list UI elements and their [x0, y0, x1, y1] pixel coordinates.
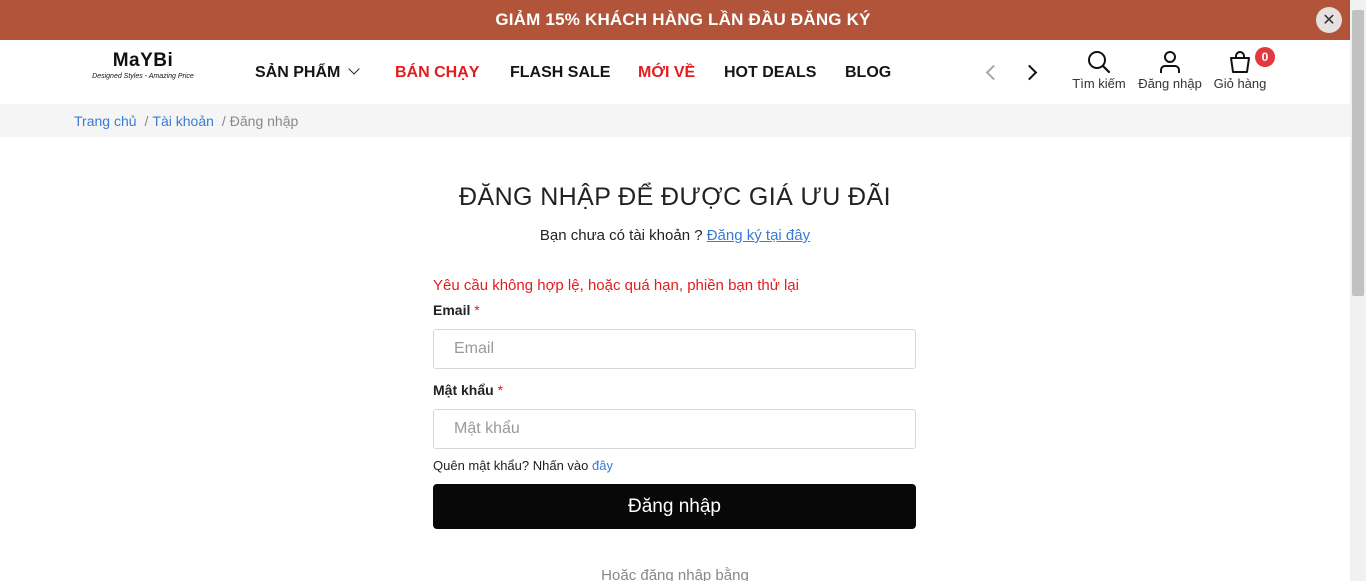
- password-label-text: Mật khẩu: [433, 382, 494, 398]
- nav-item-flash-sale[interactable]: FLASH SALE: [510, 62, 610, 84]
- search-label: Tìm kiếm: [1072, 76, 1126, 91]
- promo-text: GIẢM 15% KHÁCH HÀNG LẦN ĐẦU ĐĂNG KÝ: [495, 10, 871, 29]
- breadcrumb-home[interactable]: Trang chủ: [74, 113, 137, 129]
- email-label: Email *: [433, 302, 480, 318]
- nav-item-hot-deals[interactable]: HOT DEALS: [724, 62, 816, 84]
- password-label: Mật khẩu *: [433, 382, 503, 398]
- nav-item-products[interactable]: SẢN PHẨM: [255, 62, 361, 84]
- cart-count-badge: 0: [1255, 47, 1275, 67]
- forgot-password: Quên mật khẩu? Nhấn vào đây: [433, 458, 613, 473]
- breadcrumb-separator: /: [144, 112, 149, 129]
- site-header: MaYBi Designed Styles - Amazing Price SẢ…: [0, 40, 1350, 104]
- nav-item-best-sellers[interactable]: BÁN CHẠY: [395, 62, 479, 84]
- login-label: Đăng nhập: [1138, 76, 1202, 91]
- breadcrumb: Trang chủ / Tài khoản / Đăng nhập: [0, 104, 1350, 137]
- cart-label: Giỏ hàng: [1213, 76, 1267, 91]
- login-button[interactable]: Đăng nhập: [433, 484, 916, 529]
- logo-tagline: Designed Styles - Amazing Price: [92, 73, 194, 80]
- close-icon[interactable]: ✕: [1316, 7, 1342, 33]
- social-login-divider: Hoặc đăng nhập bằng: [601, 567, 749, 581]
- nav-next-arrow-icon[interactable]: [1022, 63, 1040, 81]
- email-label-text: Email: [433, 302, 471, 318]
- forgot-text: Quên mật khẩu? Nhấn vào: [433, 458, 589, 473]
- nav-item-label: SẢN PHẨM: [255, 64, 341, 81]
- email-field[interactable]: [433, 329, 916, 369]
- password-field[interactable]: [433, 409, 916, 449]
- search-action[interactable]: Tìm kiếm: [1070, 50, 1128, 94]
- error-message: Yêu cầu không hợp lệ, hoặc quá hạn, phiề…: [433, 277, 799, 294]
- cart-icon: [1230, 51, 1250, 73]
- no-account-text: Bạn chưa có tài khoản ?: [539, 227, 703, 244]
- nav-item-new-arrivals[interactable]: MỚI VỀ: [638, 62, 695, 84]
- page-title: ĐĂNG NHẬP ĐỂ ĐƯỢC GIÁ ƯU ĐÃI: [459, 183, 891, 211]
- nav-prev-arrow-icon[interactable]: [982, 63, 1000, 81]
- register-link[interactable]: Đăng ký tại đây: [707, 227, 810, 244]
- scrollbar-thumb[interactable]: [1352, 10, 1364, 296]
- forgot-password-link[interactable]: đây: [592, 458, 613, 473]
- required-mark: *: [474, 302, 480, 318]
- breadcrumb-current: Đăng nhập: [229, 112, 299, 129]
- chevron-down-icon: [348, 63, 361, 75]
- promo-banner: GIẢM 15% KHÁCH HÀNG LẦN ĐẦU ĐĂNG KÝ: [0, 0, 1366, 40]
- breadcrumb-separator: /: [221, 112, 226, 129]
- user-icon: [1160, 51, 1180, 73]
- search-icon: [1088, 51, 1111, 74]
- breadcrumb-account[interactable]: Tài khoản: [152, 113, 213, 129]
- register-prompt: Bạn chưa có tài khoản ? Đăng ký tại đây: [0, 227, 1350, 244]
- login-action[interactable]: Đăng nhập: [1134, 50, 1206, 94]
- nav-item-blog[interactable]: BLOG: [845, 62, 891, 84]
- logo[interactable]: MaYBi Designed Styles - Amazing Price: [82, 50, 204, 86]
- logo-name: MaYBi: [112, 50, 174, 71]
- required-mark: *: [497, 382, 504, 398]
